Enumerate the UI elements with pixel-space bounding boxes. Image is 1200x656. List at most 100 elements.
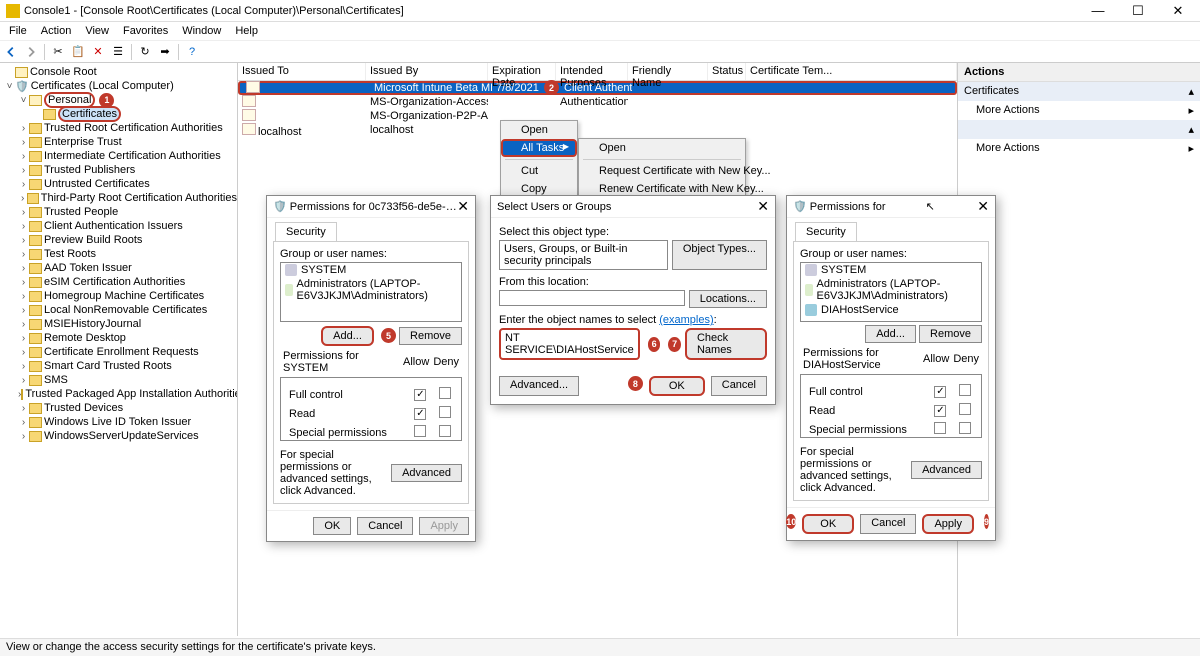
tree-item[interactable]: Remote Desktop: [44, 332, 126, 344]
dlg2-object-types-button[interactable]: Object Types...: [672, 240, 767, 270]
col-friendly[interactable]: Friendly Name: [628, 63, 708, 80]
tree-item[interactable]: Homegroup Machine Certificates: [44, 290, 204, 302]
back-icon[interactable]: [2, 43, 20, 61]
cut-icon[interactable]: ✂: [49, 43, 67, 61]
dlg3-apply-button[interactable]: Apply: [922, 514, 974, 534]
tree-item[interactable]: Windows Live ID Token Issuer: [44, 416, 191, 428]
cert-row[interactable]: MS-Organization-AccessAuthentication: [238, 95, 957, 109]
col-expiration[interactable]: Expiration Date: [488, 63, 556, 80]
tree-certs[interactable]: Certificates (Local Computer): [31, 80, 174, 92]
help-icon[interactable]: ?: [183, 43, 201, 61]
dlg1-advanced-button[interactable]: Advanced: [391, 464, 462, 482]
dlg2-ok-button[interactable]: OK: [649, 376, 705, 396]
tree-item[interactable]: Local NonRemovable Certificates: [44, 304, 207, 316]
sub-open[interactable]: Open: [579, 139, 745, 157]
tree-item[interactable]: Untrusted Certificates: [44, 178, 150, 190]
dlg2-location: [499, 290, 685, 306]
minimize-button[interactable]: —: [1078, 1, 1118, 21]
list-header: Issued To Issued By Expiration Date Inte…: [238, 63, 957, 81]
properties-icon[interactable]: ☰: [109, 43, 127, 61]
col-issued-by[interactable]: Issued By: [366, 63, 488, 80]
delete-icon[interactable]: ✕: [89, 43, 107, 61]
actions-section-certificates[interactable]: Certificates▴: [958, 82, 1200, 101]
dlg1-remove-button[interactable]: Remove: [399, 327, 462, 345]
dlg2-examples-link[interactable]: (examples): [659, 314, 713, 326]
tree-item[interactable]: MSIEHistoryJournal: [44, 318, 141, 330]
dlg2-cancel-button[interactable]: Cancel: [711, 376, 767, 396]
cert-row[interactable]: Microsoft Intune Beta MDM De...7/8/2021C…: [238, 81, 957, 95]
dlg1-perm-list: Full control✓ Read✓ Special permissions: [280, 377, 462, 441]
menu-action[interactable]: Action: [34, 23, 79, 39]
tree-item[interactable]: Certificate Enrollment Requests: [44, 346, 199, 358]
cert-row[interactable]: MS-Organization-P2P-Access [20...: [238, 109, 957, 123]
dlg3-user-list[interactable]: SYSTEM Administrators (LAPTOP-E6V3JKJM\A…: [800, 262, 982, 322]
tree-item[interactable]: Trusted Packaged App Installation Author…: [25, 388, 238, 400]
dlg1-add-button[interactable]: Add...: [321, 326, 374, 346]
dlg1-apply-button[interactable]: Apply: [419, 517, 469, 535]
forward-icon[interactable]: [22, 43, 40, 61]
actions-more-2[interactable]: More Actions▸: [958, 139, 1200, 158]
actions-more-1[interactable]: More Actions▸: [958, 101, 1200, 120]
col-status[interactable]: Status: [708, 63, 746, 80]
dlg1-ok-button[interactable]: OK: [313, 517, 351, 535]
export-icon[interactable]: ➡: [156, 43, 174, 61]
tree-certificates[interactable]: Certificates: [62, 108, 117, 120]
tree-item[interactable]: WindowsServerUpdateServices: [44, 430, 199, 442]
dlg3-close-icon[interactable]: ✕: [977, 198, 989, 215]
tree-item[interactable]: Trusted People: [44, 206, 118, 218]
ctx-cut[interactable]: Cut: [501, 162, 577, 180]
tree-item[interactable]: Intermediate Certification Authorities: [44, 150, 221, 162]
dlg1-user-list[interactable]: SYSTEM Administrators (LAPTOP-E6V3JKJM\A…: [280, 262, 462, 322]
maximize-button[interactable]: ☐: [1118, 1, 1158, 21]
dlg2-close-icon[interactable]: ✕: [757, 198, 769, 215]
dlg3-remove-button[interactable]: Remove: [919, 325, 982, 343]
tree-item[interactable]: Test Roots: [44, 248, 96, 260]
dlg2-check-names-button[interactable]: Check Names: [685, 328, 767, 360]
tree-item[interactable]: Trusted Publishers: [44, 164, 135, 176]
tree-item[interactable]: Preview Build Roots: [44, 234, 142, 246]
tree-item[interactable]: AAD Token Issuer: [44, 262, 132, 274]
dlg2-object-names-input[interactable]: NT SERVICE\DIAHostService: [499, 328, 640, 360]
col-issued-to[interactable]: Issued To: [238, 63, 366, 80]
tree-item[interactable]: SMS: [44, 374, 68, 386]
tree-item[interactable]: Third-Party Root Certification Authoriti…: [41, 192, 237, 204]
tree-root[interactable]: Console Root: [30, 66, 97, 78]
dlg1-close-icon[interactable]: ✕: [457, 198, 469, 215]
ctx-all-tasks[interactable]: All Tasks3: [501, 139, 577, 157]
tree-item[interactable]: Trusted Root Certification Authorities: [44, 122, 223, 134]
tree-item[interactable]: Enterprise Trust: [44, 136, 122, 148]
menu-favorites[interactable]: Favorites: [116, 23, 175, 39]
tree-personal[interactable]: Personal: [48, 94, 91, 106]
cert-row[interactable]: localhostlocalhost: [238, 123, 957, 137]
copy-icon[interactable]: 📋: [69, 43, 87, 61]
menu-help[interactable]: Help: [228, 23, 265, 39]
dlg3-title: Permissions for: [810, 201, 886, 213]
refresh-icon[interactable]: ↻: [136, 43, 154, 61]
select-users-dialog: Select Users or Groups✕ Select this obje…: [490, 195, 776, 405]
dlg1-tab-security[interactable]: Security: [275, 222, 337, 241]
dlg2-locations-button[interactable]: Locations...: [689, 290, 767, 308]
menu-view[interactable]: View: [78, 23, 116, 39]
chk-allow[interactable]: ✓: [414, 389, 426, 401]
dlg3-add-button[interactable]: Add...: [865, 325, 916, 343]
dlg3-advanced-button[interactable]: Advanced: [911, 461, 982, 479]
close-button[interactable]: ✕: [1158, 1, 1198, 21]
dlg1-cancel-button[interactable]: Cancel: [357, 517, 413, 535]
dlg2-advanced-button[interactable]: Advanced...: [499, 376, 579, 396]
sub-request[interactable]: Request Certificate with New Key...: [579, 162, 745, 180]
tree-item[interactable]: Client Authentication Issuers: [44, 220, 183, 232]
tree-item[interactable]: Trusted Devices: [44, 402, 123, 414]
ctx-open[interactable]: Open: [501, 121, 577, 139]
dlg3-tab-security[interactable]: Security: [795, 222, 857, 241]
callout-7: 7: [668, 337, 681, 352]
menu-window[interactable]: Window: [175, 23, 228, 39]
chk-deny[interactable]: [439, 387, 451, 399]
col-template[interactable]: Certificate Tem...: [746, 63, 957, 80]
tree-item[interactable]: eSIM Certification Authorities: [44, 276, 185, 288]
dlg3-ok-button[interactable]: OK: [802, 514, 854, 534]
dlg3-cancel-button[interactable]: Cancel: [860, 514, 916, 534]
actions-section-blank[interactable]: ▴: [958, 120, 1200, 139]
menu-file[interactable]: File: [2, 23, 34, 39]
tree-item[interactable]: Smart Card Trusted Roots: [44, 360, 172, 372]
col-purposes[interactable]: Intended Purposes: [556, 63, 628, 80]
